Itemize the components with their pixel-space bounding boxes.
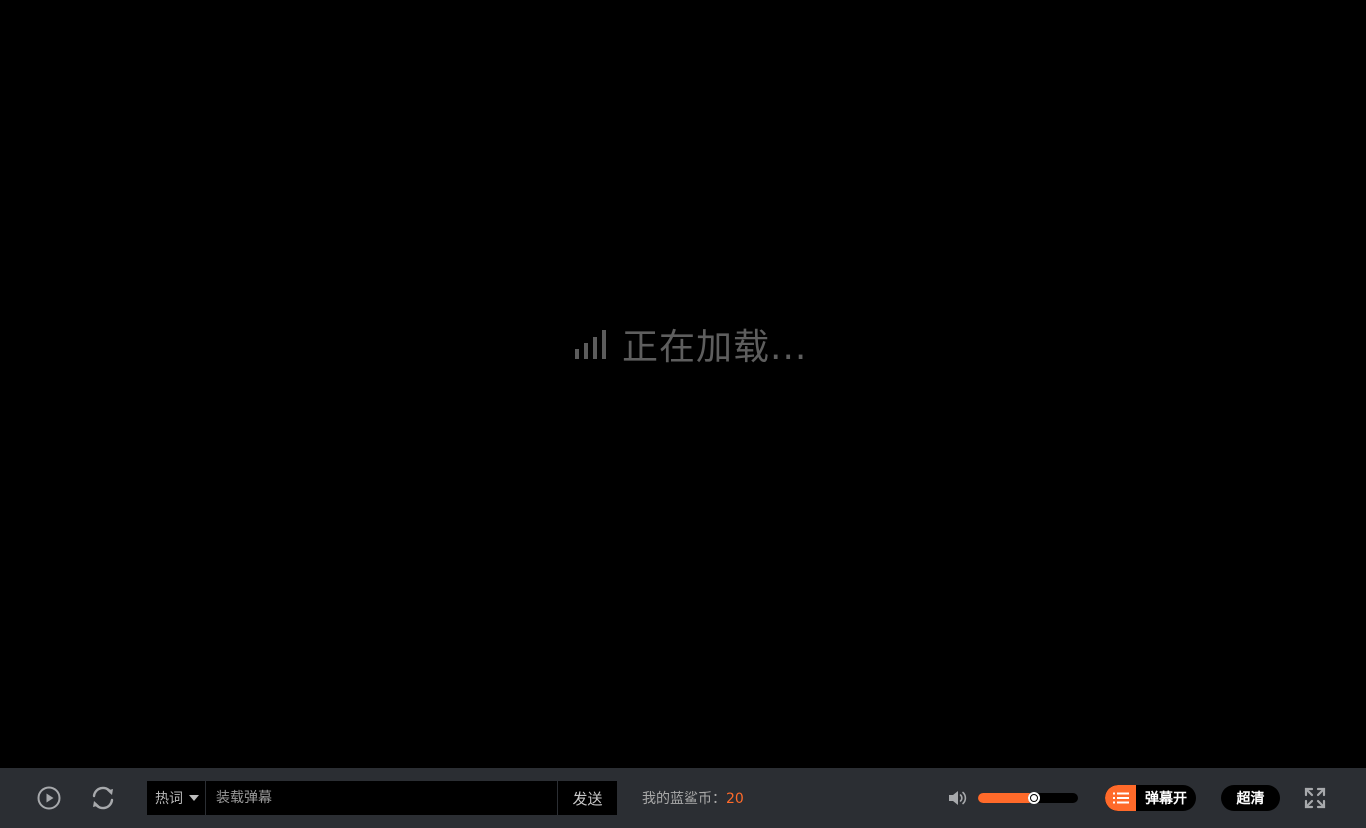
send-button[interactable]: 发送: [557, 781, 617, 815]
danmu-input[interactable]: [206, 781, 557, 815]
danmu-toggle-button[interactable]: 弹幕开: [1105, 785, 1196, 811]
caret-down-icon: [189, 795, 199, 801]
loading-text: 正在加载...: [622, 327, 808, 368]
refresh-button[interactable]: [89, 784, 117, 812]
signal-bars-icon: [575, 330, 606, 359]
loading-indicator: 正在加载...: [574, 322, 807, 368]
danmu-input-group: 热词 发送: [147, 781, 617, 815]
danmu-list-icon: [1105, 785, 1136, 811]
control-bar: 热词 发送 我的蓝鲨币：20: [0, 768, 1366, 828]
fullscreen-button[interactable]: [1303, 786, 1327, 810]
hotword-label: 热词: [155, 791, 183, 807]
volume-slider[interactable]: [978, 792, 1078, 804]
coin-label: 我的蓝鲨币：: [642, 791, 726, 807]
danmu-toggle-label: 弹幕开: [1145, 791, 1187, 807]
volume-slider-handle[interactable]: [1028, 792, 1040, 804]
coin-value: 20: [726, 791, 744, 807]
mute-button[interactable]: [946, 787, 968, 809]
play-button[interactable]: [36, 785, 62, 811]
coin-balance: 我的蓝鲨币：20: [642, 788, 744, 808]
play-icon: [37, 786, 61, 810]
hotword-dropdown[interactable]: 热词: [147, 781, 206, 815]
refresh-icon: [92, 786, 114, 810]
fullscreen-icon: [1304, 787, 1326, 809]
volume-level-fill: [978, 793, 1034, 803]
quality-button[interactable]: 超清: [1221, 785, 1280, 811]
video-area[interactable]: 正在加载...: [0, 0, 1366, 768]
speaker-icon: [949, 791, 967, 805]
video-player: 正在加载... 热词 发送 我的蓝鲨: [0, 0, 1366, 828]
